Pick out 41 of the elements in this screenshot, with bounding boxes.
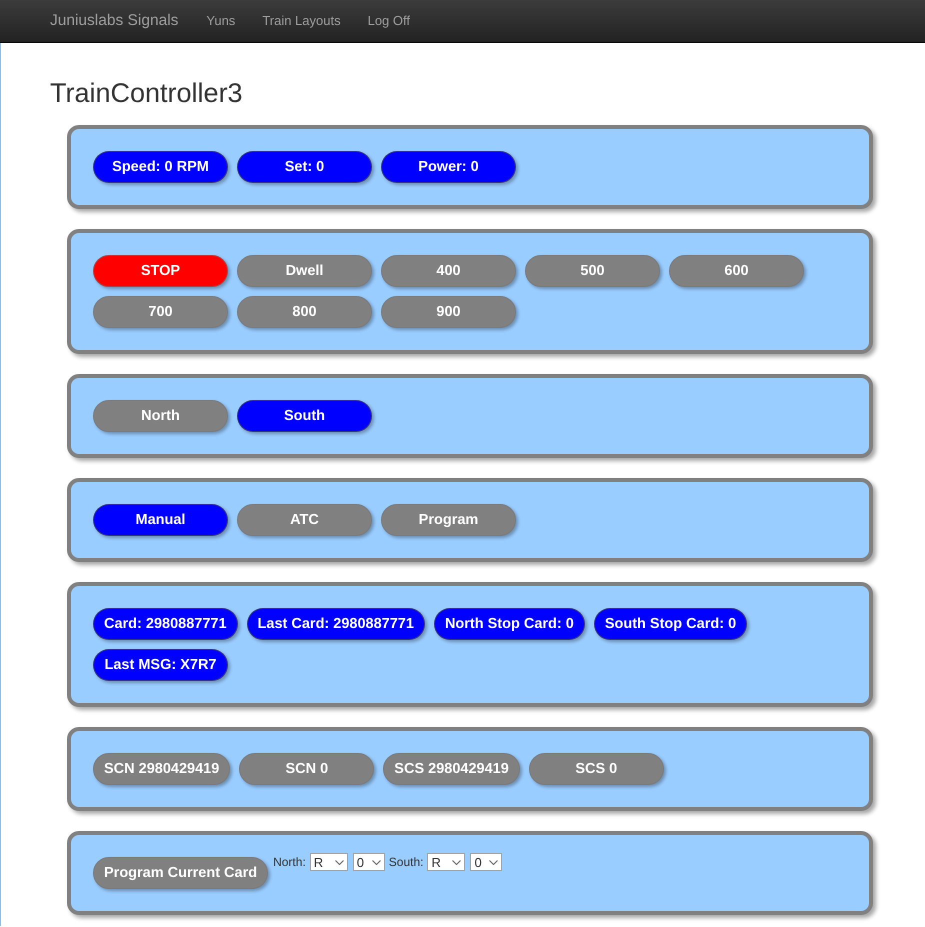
brand-link[interactable]: Juniuslabs Signals — [50, 12, 178, 30]
speed-button[interactable]: 500 — [525, 255, 660, 287]
speed-button[interactable]: 600 — [669, 255, 804, 287]
readout-pill: Card: 2980887771 — [93, 608, 238, 640]
direction-button[interactable]: North — [93, 400, 228, 432]
direction-button[interactable]: South — [237, 400, 372, 432]
page-title: TrainController3 — [49, 77, 244, 109]
chevron-down-icon — [372, 860, 381, 864]
speed-button[interactable]: 900 — [381, 296, 516, 328]
speed-button[interactable]: STOP — [93, 255, 228, 287]
nav-link[interactable]: Train Layouts — [262, 13, 341, 28]
speed-button[interactable]: 400 — [381, 255, 516, 287]
readout-pill: North Stop Card: 0 — [434, 608, 585, 640]
nav-link[interactable]: Yuns — [206, 13, 236, 28]
speed-button[interactable]: 800 — [237, 296, 372, 328]
mode-button[interactable]: Manual — [93, 504, 228, 536]
chevron-down-icon — [489, 860, 498, 864]
command-button[interactable]: SCS 2980429419 — [383, 753, 520, 785]
dropdown-field[interactable]: R — [427, 853, 466, 871]
command-button[interactable]: SCS 0 — [528, 753, 664, 785]
readout-pill: Last Card: 2980887771 — [246, 608, 425, 640]
readout-pill: Last MSG: X7R7 — [93, 649, 228, 681]
command-button[interactable]: SCN 0 — [239, 753, 374, 785]
dropdown-field[interactable]: 0 — [470, 853, 502, 871]
readout-pill: Set: 0 — [237, 151, 372, 183]
readout-pill: Speed: 0 RPM — [93, 151, 228, 183]
readout-pill: Power: 0 — [381, 151, 516, 183]
command-button[interactable]: SCN 2980429419 — [93, 753, 230, 785]
readout-pill: South Stop Card: 0 — [594, 608, 748, 640]
field-label: North: — [273, 855, 306, 869]
dropdown-field[interactable]: 0 — [352, 853, 385, 871]
dropdown-field[interactable]: R — [310, 853, 348, 871]
field-label: South: — [388, 855, 424, 869]
mode-button[interactable]: ATC — [237, 504, 372, 536]
speed-button[interactable]: 700 — [93, 296, 228, 328]
chevron-down-icon — [334, 860, 344, 864]
mode-button[interactable]: Program — [381, 504, 516, 536]
nav-link[interactable]: Log Off — [368, 13, 410, 28]
speed-button[interactable]: Dwell — [237, 255, 372, 287]
program-card-button[interactable]: Program Current Card — [93, 857, 268, 889]
chevron-down-icon — [452, 860, 462, 864]
